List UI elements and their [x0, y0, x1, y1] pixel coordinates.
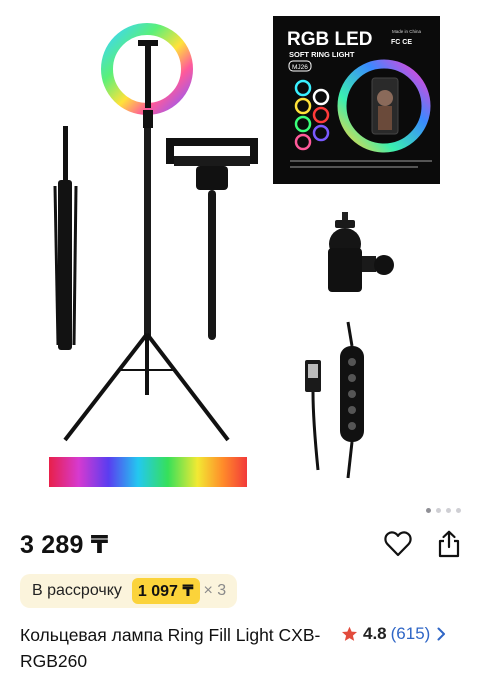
pagination-dot[interactable]: [436, 508, 441, 513]
package-subtitle: SOFT RING LIGHT: [289, 50, 355, 59]
rating-score: 4.8: [363, 624, 387, 643]
chevron-right-icon: [437, 627, 446, 641]
pagination-dot[interactable]: [446, 508, 451, 513]
installment-offer[interactable]: В рассрочку 1 097 ₸ × 3: [20, 574, 238, 608]
package-model: MJ26: [292, 64, 308, 71]
gallery-pagination: [426, 508, 461, 513]
installment-multiplier: × 3: [203, 582, 227, 599]
product-price: 3 289 ₸: [20, 531, 109, 559]
pagination-dot-active[interactable]: [426, 508, 431, 513]
package-brand: RGB LED: [287, 29, 373, 50]
product-title: Кольцевая лампа Ring Fill Light CXB-RGB2…: [20, 625, 321, 671]
svg-text:FC CE: FC CE: [391, 39, 412, 46]
share-button[interactable]: [433, 528, 465, 560]
reviews-count[interactable]: (615): [391, 624, 431, 644]
product-photo: RGB LED SOFT RING LIGHT MJ26 Made in Chi…: [49, 16, 440, 487]
share-icon: [438, 530, 460, 558]
product-rating[interactable]: 4.8 (615): [341, 622, 446, 646]
pagination-dot[interactable]: [456, 508, 461, 513]
star-icon: [341, 626, 358, 641]
heart-icon: [384, 531, 412, 557]
installment-amount: 1 097 ₸: [131, 578, 200, 604]
package-made-in: Made in China: [392, 29, 422, 34]
favorite-button[interactable]: [382, 528, 414, 560]
product-image-gallery[interactable]: RGB LED SOFT RING LIGHT MJ26 Made in Chi…: [0, 0, 486, 505]
installment-label: В рассрочку: [32, 582, 122, 599]
